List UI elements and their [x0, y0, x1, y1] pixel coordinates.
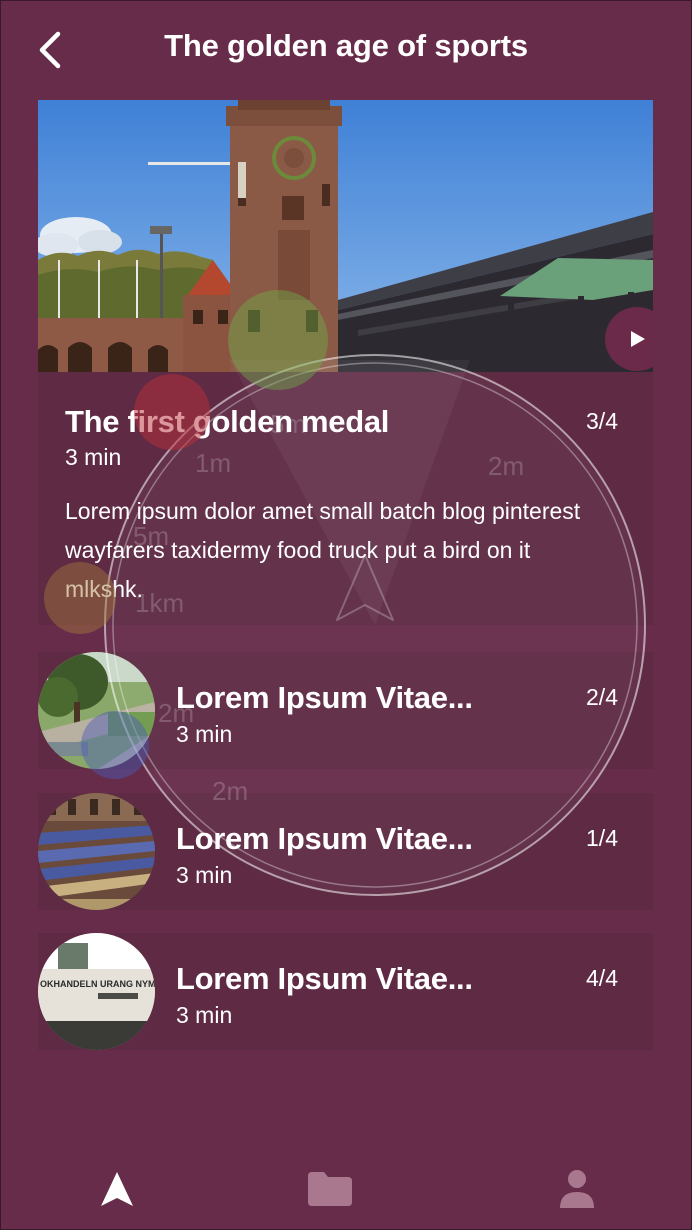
app-screen: The golden age of sports The first golde… [0, 0, 692, 1230]
featured-stop-card[interactable]: The first golden medal 3 min 3/4 Lorem i… [38, 372, 653, 625]
list-item-title: Lorem Ipsum Vitae... [176, 680, 473, 715]
bottom-navigation [0, 1150, 692, 1230]
tab-navigate[interactable] [85, 1168, 149, 1218]
hero-image [38, 100, 653, 372]
list-item[interactable]: Lorem Ipsum Vitae... 3 min 1/4 [38, 793, 653, 910]
stadium-photo [38, 100, 653, 372]
list-item-title: Lorem Ipsum Vitae... [176, 821, 473, 856]
list-item-title: Lorem Ipsum Vitae... [176, 961, 473, 996]
featured-description: Lorem ipsum dolor amet small batch blog … [65, 498, 581, 602]
list-item-duration: 3 min [176, 1002, 233, 1028]
list-item-count: 1/4 [586, 825, 618, 851]
featured-duration: 3 min [65, 444, 122, 470]
navigation-arrow-icon [101, 1172, 133, 1206]
tab-collections[interactable] [298, 1168, 362, 1218]
park-thumbnail [38, 652, 155, 769]
user-icon [560, 1170, 594, 1208]
library-thumbnail [38, 793, 155, 910]
folder-icon [308, 1172, 352, 1206]
sign-text: OKHANDELN URANG NYMBLE PEDITIONEN [40, 979, 155, 989]
list-item-count: 2/4 [586, 684, 618, 710]
tab-profile[interactable] [545, 1168, 609, 1218]
play-icon [631, 331, 645, 347]
header: The golden age of sports [0, 0, 692, 100]
list-item-duration: 3 min [176, 862, 233, 888]
list-item-count: 4/4 [586, 965, 618, 991]
list-item[interactable]: OKHANDELN URANG NYMBLE PEDITIONEN Lorem … [38, 933, 653, 1050]
page-title: The golden age of sports [164, 28, 528, 63]
list-item-duration: 3 min [176, 721, 233, 747]
list-item[interactable]: Lorem Ipsum Vitae... 3 min 2/4 [38, 652, 653, 769]
storefront-thumbnail: OKHANDELN URANG NYMBLE PEDITIONEN [38, 933, 155, 1050]
featured-title: The first golden medal [65, 404, 390, 439]
featured-count: 3/4 [586, 408, 618, 434]
